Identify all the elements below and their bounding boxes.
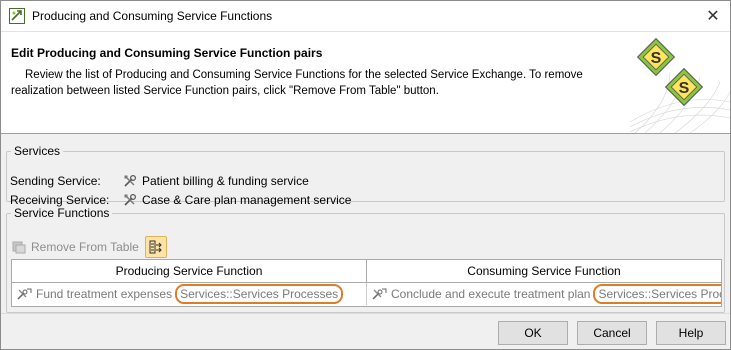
header-title: Edit Producing and Consuming Service Fun… <box>11 46 323 60</box>
receiving-service-value: Case & Care plan management service <box>142 193 352 207</box>
title-bar: Producing and Consuming Service Function… <box>1 1 730 32</box>
description-line-2: realization between listed Service Funct… <box>11 85 439 97</box>
window-title: Producing and Consuming Service Function… <box>32 9 273 23</box>
dialog-footer: OK Cancel Help <box>1 313 730 350</box>
sending-service-label: Sending Service: <box>10 174 101 188</box>
service-tools-icon <box>124 174 137 187</box>
column-header-consuming[interactable]: Consuming Service Function <box>367 260 721 282</box>
service-functions-group: Service Functions Remove From Table Prod… <box>6 206 725 313</box>
description-line-1: Review the list of Producing and Consumi… <box>25 69 583 81</box>
service-function-icon <box>372 288 387 300</box>
service-functions-table: Producing Service Function Consuming Ser… <box>11 259 722 307</box>
remove-from-table-button[interactable]: Remove From Table <box>12 240 139 254</box>
sending-service-value: Patient billing & funding service <box>142 174 309 188</box>
remove-from-table-label: Remove From Table <box>31 240 139 254</box>
column-header-producing[interactable]: Producing Service Function <box>12 260 367 282</box>
app-icon <box>9 8 25 24</box>
show-owner-icon <box>149 240 162 254</box>
header-description: Review the list of Producing and Consumi… <box>11 67 615 99</box>
consuming-function-owner: Services::Services Processes <box>593 284 721 304</box>
producing-function-cell[interactable]: Fund treatment expenses Services::Servic… <box>12 283 367 305</box>
service-functions-legend: Service Functions <box>14 206 110 220</box>
service-function-graphic-icon: S S <box>630 37 730 133</box>
table-header: Producing Service Function Consuming Ser… <box>12 260 721 283</box>
service-tools-icon <box>124 193 137 206</box>
functions-toolbar: Remove From Table <box>12 236 167 258</box>
close-button[interactable]: ✕ <box>696 2 730 30</box>
producing-function-name: Fund treatment expenses <box>36 287 173 301</box>
svg-text:S: S <box>679 80 690 97</box>
header-panel: Edit Producing and Consuming Service Fun… <box>1 32 730 134</box>
toggle-owner-display-button[interactable] <box>144 236 167 258</box>
services-legend: Services <box>14 144 61 158</box>
consuming-function-name: Conclude and execute treatment plan <box>391 287 591 301</box>
remove-rows-icon <box>12 241 26 254</box>
consuming-function-cell[interactable]: Conclude and execute treatment plan Serv… <box>367 283 721 305</box>
help-button[interactable]: Help <box>656 321 726 345</box>
receiving-service-label: Receiving Service: <box>10 193 110 207</box>
table-row[interactable]: Fund treatment expenses Services::Servic… <box>12 283 721 305</box>
close-icon: ✕ <box>706 8 720 25</box>
sending-service-row: Sending Service: Patient billing & fundi… <box>10 172 309 190</box>
producing-function-owner: Services::Services Processes <box>175 284 344 304</box>
dialog-window: Producing and Consuming Service Function… <box>0 0 731 350</box>
ok-button[interactable]: OK <box>498 321 568 345</box>
service-function-icon <box>17 288 32 300</box>
cancel-button[interactable]: Cancel <box>577 321 647 345</box>
svg-text:S: S <box>651 50 662 67</box>
services-group: Services Sending Service: Patient billin… <box>6 144 725 207</box>
